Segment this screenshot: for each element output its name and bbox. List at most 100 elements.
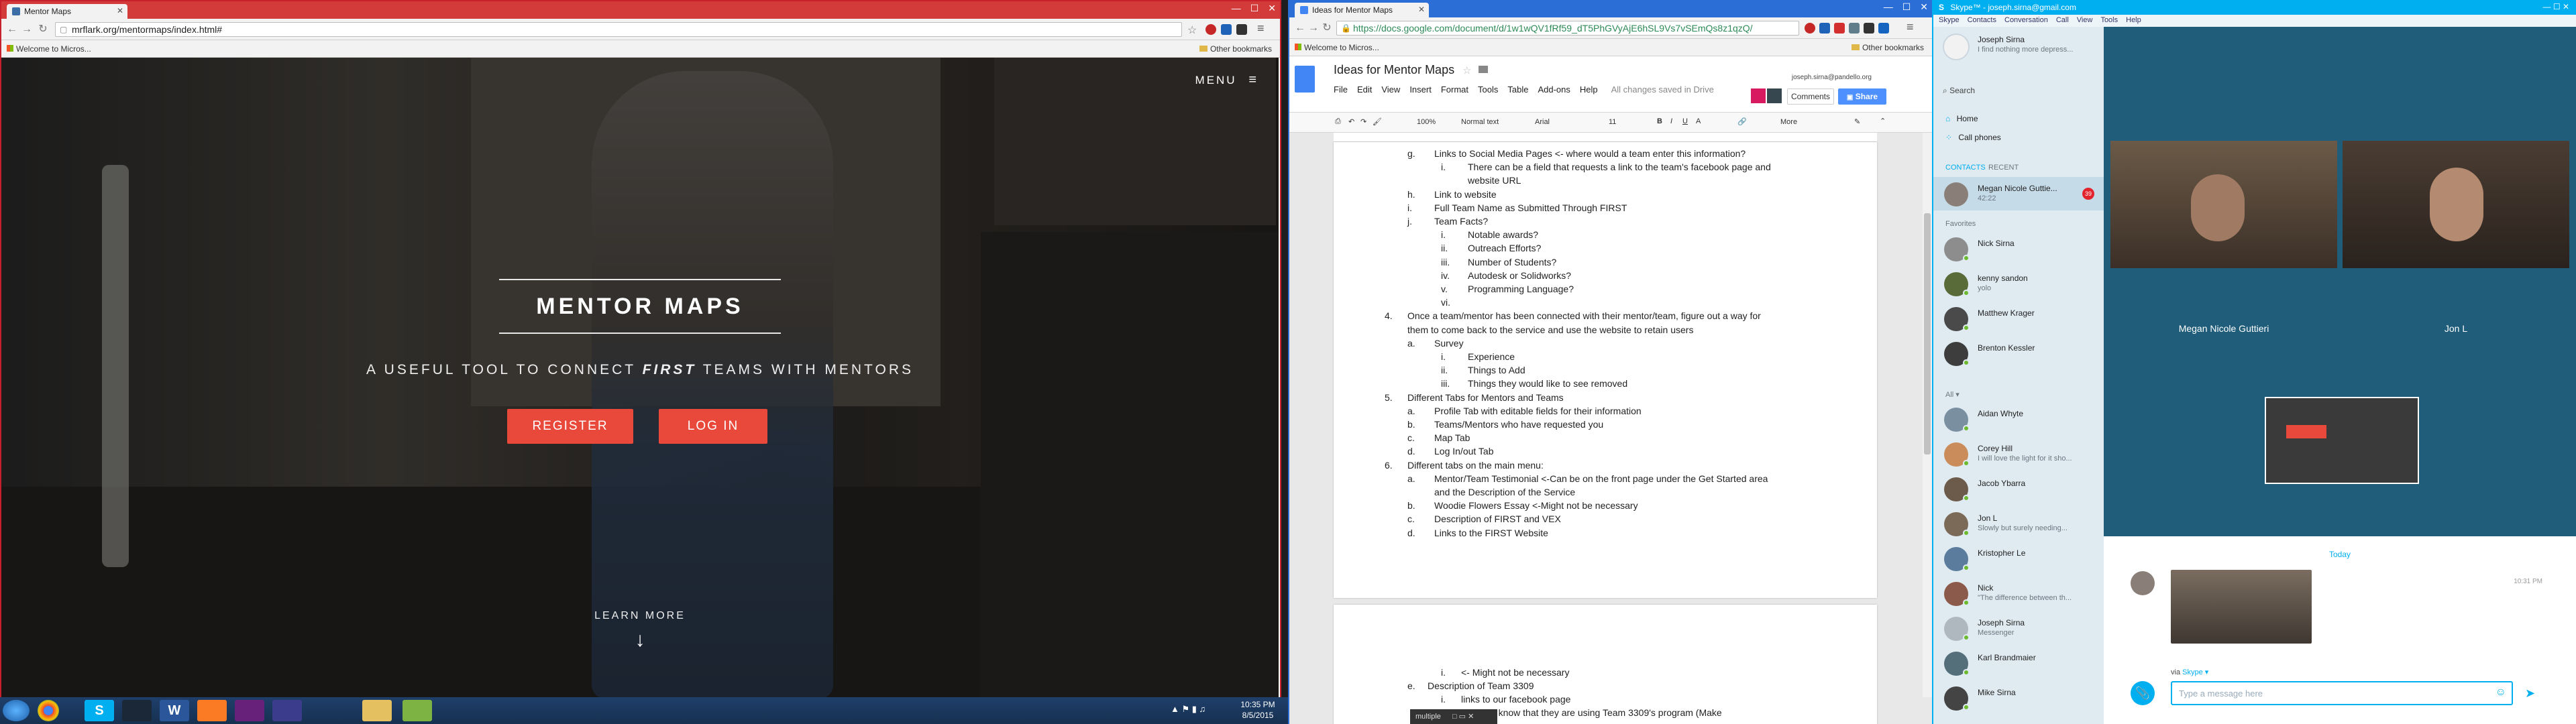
back-arrow-icon[interactable]: ← bbox=[1293, 21, 1307, 35]
document-line[interactable]: Links to Social Media Pages <- where wou… bbox=[1434, 147, 1746, 160]
extension-blue2-icon[interactable] bbox=[1878, 23, 1889, 34]
document-line[interactable]: Experience bbox=[1468, 351, 1515, 363]
contact-row[interactable]: Kristopher Le bbox=[1933, 542, 2104, 575]
menu-tools[interactable]: Tools bbox=[2100, 16, 2118, 25]
taskbar-folder-icon[interactable] bbox=[362, 700, 392, 721]
extension-red2-icon[interactable] bbox=[1834, 23, 1845, 34]
menu-call[interactable]: Call bbox=[2056, 16, 2069, 25]
down-arrow-icon[interactable]: ↓ bbox=[620, 629, 660, 652]
tab-mentor-maps[interactable]: Mentor Maps ✕ bbox=[7, 4, 127, 19]
document-line[interactable]: links to our facebook page bbox=[1461, 693, 1570, 705]
account-email[interactable]: joseph.sirna@pandello.org bbox=[1792, 74, 1872, 81]
contact-row[interactable]: Corey Hill I will love the light for it s… bbox=[1933, 437, 2104, 471]
video-tile-2[interactable] bbox=[2343, 141, 2569, 268]
contact-row[interactable]: kenny sandon yolo bbox=[1933, 267, 2104, 300]
document-line[interactable]: Woodie Flowers Essay <-Might not be nece… bbox=[1434, 499, 1638, 511]
print-icon[interactable]: ⎙ bbox=[1335, 117, 1341, 126]
menu-insert[interactable]: Insert bbox=[1409, 84, 1432, 95]
extension-dark-icon[interactable] bbox=[1236, 24, 1247, 35]
undo-icon[interactable]: ↶ bbox=[1348, 117, 1354, 126]
document-line[interactable]: Different tabs on the main menu: bbox=[1407, 459, 1544, 471]
taskbar-notepad-icon[interactable] bbox=[402, 700, 432, 721]
collapse-icon[interactable]: ⌃ bbox=[1880, 117, 1886, 125]
document-line[interactable]: Description of Team 3309 bbox=[1428, 680, 1534, 692]
tab-recent[interactable]: RECENT bbox=[1988, 164, 2019, 172]
menu-format[interactable]: Format bbox=[1441, 84, 1468, 95]
forward-arrow-icon[interactable]: → bbox=[1307, 21, 1320, 35]
contact-row[interactable]: Nick Sirna bbox=[1933, 232, 2104, 265]
menu-view[interactable]: View bbox=[1381, 84, 1400, 95]
reload-icon[interactable]: ↻ bbox=[1320, 21, 1334, 35]
menu-tools[interactable]: Tools bbox=[1478, 84, 1498, 95]
contact-row[interactable]: Matthew Krager bbox=[1933, 302, 2104, 335]
contact-row[interactable]: Jacob Ybarra bbox=[1933, 472, 2104, 505]
document-line[interactable]: Description of FIRST and VEX bbox=[1434, 513, 1561, 525]
menu-conversation[interactable]: Conversation bbox=[2004, 16, 2048, 25]
document-line[interactable]: <- Might not be necessary bbox=[1461, 666, 1569, 678]
extension-dark-icon[interactable] bbox=[1864, 23, 1874, 34]
document-page-2[interactable]: i. <- Might not be necessary e. Description… bbox=[1334, 605, 1877, 724]
bookmark-star-icon[interactable]: ☆ bbox=[1187, 23, 1197, 37]
close-tab-icon[interactable]: ✕ bbox=[117, 6, 123, 15]
document-line[interactable]: Programming Language? bbox=[1468, 283, 1574, 295]
star-icon[interactable]: ☆ bbox=[1462, 64, 1471, 76]
chrome-menu-icon[interactable]: ≡ bbox=[1257, 21, 1265, 36]
my-avatar[interactable] bbox=[1943, 34, 1970, 60]
tab-ideas-for-mentor-maps[interactable]: Ideas for Mentor Maps ✕ bbox=[1295, 3, 1429, 17]
taskbar-visual-studio-icon[interactable] bbox=[235, 700, 264, 721]
document-title[interactable]: Ideas for Mentor Maps bbox=[1334, 63, 1454, 77]
bold-icon[interactable]: B bbox=[1657, 117, 1662, 125]
attach-button[interactable]: 📎 bbox=[2131, 681, 2155, 705]
document-line[interactable]: Things they would like to see removed bbox=[1468, 377, 1627, 389]
other-bookmarks[interactable]: Other bookmarks bbox=[1851, 43, 1924, 52]
italic-icon[interactable]: I bbox=[1670, 117, 1672, 125]
video-tile-1[interactable] bbox=[2110, 141, 2337, 268]
menu-help[interactable]: Help bbox=[1580, 84, 1598, 95]
nav-call-phones[interactable]: ⁘ Call phones bbox=[1945, 133, 2001, 142]
taskbar-word-icon[interactable]: W bbox=[160, 700, 189, 721]
taskbar-steam-icon[interactable] bbox=[122, 700, 152, 721]
zoom-select[interactable]: 100% bbox=[1417, 118, 1436, 126]
document-line[interactable]: Link to website bbox=[1434, 188, 1497, 200]
my-mood[interactable]: I find nothing more depress... bbox=[1978, 46, 2073, 54]
paint-format-icon[interactable]: 🖌 bbox=[1373, 117, 1382, 126]
taskbar-chrome-icon[interactable] bbox=[38, 700, 59, 721]
contact-row[interactable]: Brenton Kessler bbox=[1933, 337, 2104, 370]
emoticon-icon[interactable]: ☺ bbox=[2496, 686, 2506, 699]
document-line[interactable]: Things to Add bbox=[1468, 364, 1525, 376]
document-line[interactable]: Autodesk or Solidworks? bbox=[1468, 269, 1571, 282]
document-line[interactable]: and the Description of the Service bbox=[1434, 486, 1575, 498]
shared-photo[interactable] bbox=[2171, 570, 2312, 644]
back-arrow-icon[interactable]: ← bbox=[5, 23, 19, 36]
taskbar-xampp-icon[interactable] bbox=[197, 700, 227, 721]
docs-home-icon[interactable] bbox=[1295, 66, 1315, 93]
share-button[interactable]: ▣ Share bbox=[1838, 88, 1886, 105]
text-color-icon[interactable]: A bbox=[1696, 117, 1701, 125]
menu-table[interactable]: Table bbox=[1507, 84, 1528, 95]
document-line[interactable]: Team Facts? bbox=[1434, 215, 1488, 227]
document-line[interactable]: Different Tabs for Mentors and Teams bbox=[1407, 391, 1564, 404]
minimize-icon[interactable]: — bbox=[1884, 1, 1893, 13]
close-window-icon[interactable]: ✕ bbox=[1268, 3, 1276, 14]
document-line[interactable]: Links to the FIRST Website bbox=[1434, 527, 1548, 539]
address-bar[interactable]: ▢ mrflark.org/mentormaps/index.html# bbox=[55, 22, 1182, 37]
bookmark-item[interactable]: Welcome to Micros... bbox=[1295, 43, 1379, 52]
minimize-icon[interactable]: — bbox=[1232, 3, 1241, 14]
extension-blue-icon[interactable] bbox=[1221, 24, 1232, 35]
via-skype[interactable]: via Skype ▾ bbox=[2171, 668, 2208, 676]
more-button[interactable]: More bbox=[1780, 118, 1797, 126]
pen-mode-icon[interactable]: ✎ bbox=[1854, 117, 1860, 126]
chrome-menu-icon[interactable]: ≡ bbox=[1907, 20, 1914, 34]
reload-icon[interactable]: ↻ bbox=[36, 23, 50, 36]
tab-contacts[interactable]: CONTACTS bbox=[1945, 164, 1986, 172]
link-icon[interactable]: 🔗 bbox=[1737, 117, 1747, 126]
close-window-icon[interactable]: ✕ bbox=[1920, 1, 1928, 13]
message-input[interactable]: Type a message here ☺ bbox=[2171, 681, 2513, 705]
clock[interactable]: 10:35 PM 8/5/2015 bbox=[1234, 699, 1281, 721]
document-line[interactable]: website URL bbox=[1468, 174, 1521, 186]
taskbar-app-icon[interactable] bbox=[272, 700, 302, 721]
contact-row[interactable]: Joseph Sirna Messenger bbox=[1933, 611, 2104, 645]
bookmark-item[interactable]: Welcome to Micros... bbox=[7, 44, 91, 54]
document-line[interactable]: There can be a field that requests a lin… bbox=[1468, 161, 1771, 173]
extension-red-icon[interactable] bbox=[1805, 23, 1815, 34]
